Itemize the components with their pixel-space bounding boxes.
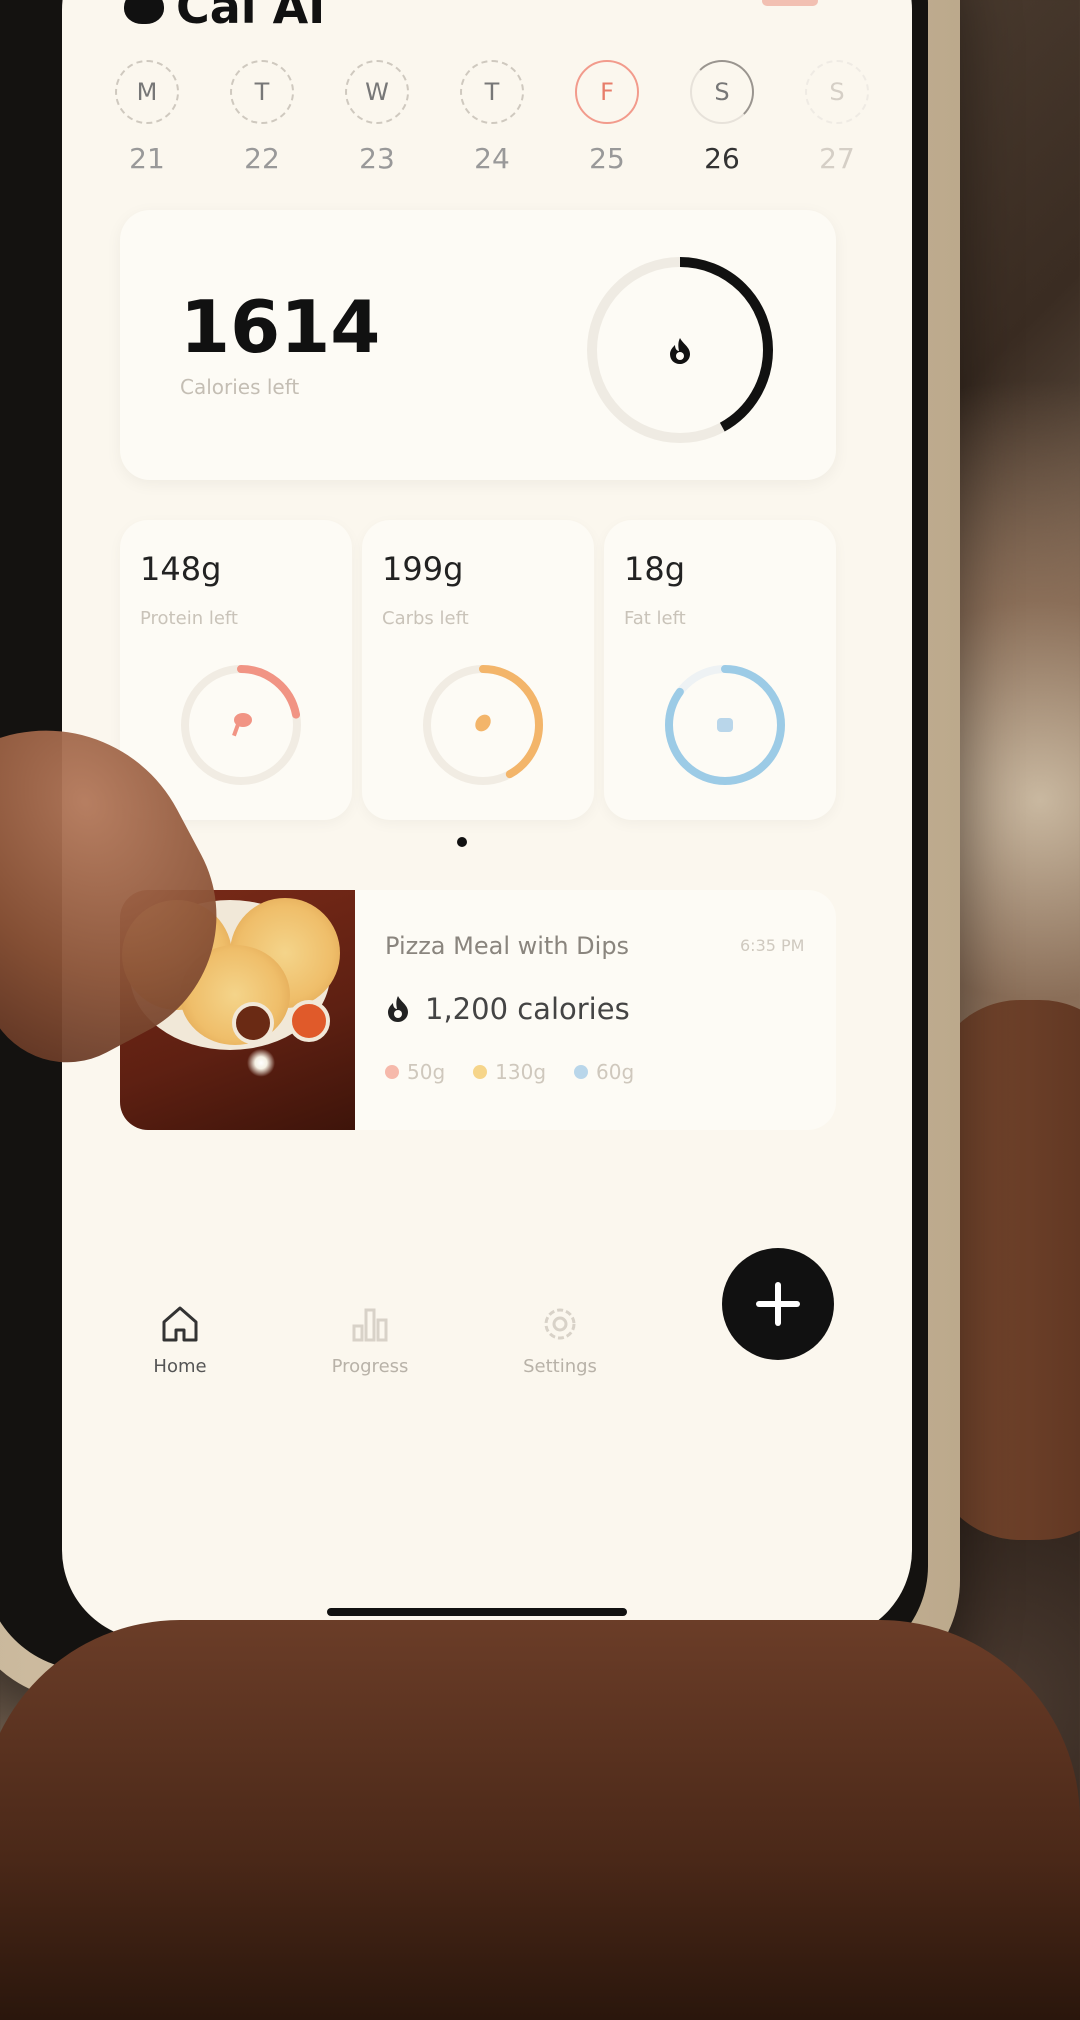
meal-card[interactable]: Pizza Meal with Dips 6:35 PM 1,200 calor… (120, 890, 836, 1130)
day-thu[interactable]: T 24 (437, 60, 547, 175)
dip-bowl (288, 1000, 330, 1042)
day-letter: S (690, 60, 754, 124)
carbs-label: Carbs left (382, 608, 469, 629)
day-sun[interactable]: S 27 (782, 60, 892, 175)
carbs-value: 199g (382, 550, 464, 588)
meal-calories: 1,200 calories (385, 992, 630, 1026)
meal-carbs: 130g (473, 1060, 546, 1084)
meal-macros: 50g 130g 60g (385, 1060, 634, 1084)
meal-calories-text: 1,200 calories (425, 992, 630, 1026)
photo-scene: Cal AI M 21 T 22 W 23 T 24 F 25 S 26 S 2… (0, 0, 1080, 2020)
calories-progress-ring (587, 257, 773, 443)
app-title: Cal AI (176, 0, 326, 34)
meal-carbs-value: 130g (495, 1060, 547, 1084)
day-number: 27 (819, 142, 855, 175)
calories-card[interactable]: 1614 Calories left (120, 210, 836, 480)
flame-icon (388, 996, 408, 1022)
day-letter: T (230, 60, 294, 124)
day-fri[interactable]: F 25 (552, 60, 662, 175)
day-number: 24 (474, 142, 510, 175)
wheat-icon (475, 714, 491, 732)
droplet-icon (717, 718, 733, 732)
fat-progress-ring (665, 665, 785, 785)
tab-home[interactable]: Home (120, 1300, 240, 1377)
day-wed[interactable]: W 23 (322, 60, 432, 175)
meal-time: 6:35 PM (740, 936, 805, 955)
fat-value: 18g (624, 550, 686, 588)
calories-left-label: Calories left (180, 375, 300, 399)
phone-screen: Cal AI M 21 T 22 W 23 T 24 F 25 S 26 S 2… (62, 0, 912, 1640)
fat-card[interactable]: 18g Fat left (604, 520, 836, 820)
home-indicator[interactable] (327, 1608, 627, 1616)
plus-icon (756, 1282, 800, 1326)
tab-label: Progress (331, 1356, 409, 1377)
day-letter: F (575, 60, 639, 124)
wheat-icon (473, 1065, 488, 1079)
day-number: 21 (129, 142, 165, 175)
bar-chart-icon (352, 1308, 388, 1342)
app-header: Cal AI (124, 0, 325, 34)
calories-left-value: 1614 (180, 285, 381, 369)
drumstick-icon (385, 1065, 399, 1079)
day-tue[interactable]: T 22 (207, 60, 317, 175)
left-hand (0, 1620, 1080, 2020)
meal-fat: 60g (574, 1060, 634, 1084)
apple-logo-icon (124, 0, 164, 24)
meal-fat-value: 60g (596, 1060, 635, 1084)
protein-label: Protein left (140, 608, 238, 629)
fat-label: Fat left (624, 608, 686, 629)
day-number: 26 (704, 142, 740, 175)
tab-label: Home (153, 1356, 207, 1377)
protein-card[interactable]: 148g Protein left (120, 520, 352, 820)
meal-protein-value: 50g (407, 1060, 446, 1084)
meal-title: Pizza Meal with Dips (385, 932, 630, 960)
tab-bar: Home Progress Settings (120, 1300, 620, 1377)
tab-label: Settings (523, 1356, 597, 1377)
meal-protein: 50g (385, 1060, 445, 1084)
day-number: 25 (589, 142, 625, 175)
protein-progress-ring (181, 665, 301, 785)
carbs-card[interactable]: 199g Carbs left (362, 520, 594, 820)
gear-icon (544, 1308, 576, 1340)
day-letter: W (345, 60, 409, 124)
home-icon (162, 1306, 198, 1342)
day-mon[interactable]: M 21 (92, 60, 202, 175)
dip-bowl (232, 1002, 274, 1044)
week-strip: M 21 T 22 W 23 T 24 F 25 S 26 S 27 (92, 60, 892, 175)
add-meal-button[interactable] (722, 1248, 834, 1360)
protein-value: 148g (140, 550, 222, 588)
day-letter: S (805, 60, 869, 124)
tab-progress[interactable]: Progress (310, 1300, 430, 1377)
drumstick-icon (232, 713, 252, 737)
droplet-icon (574, 1065, 589, 1079)
day-number: 22 (244, 142, 280, 175)
page-indicator-dot[interactable] (457, 837, 467, 847)
carbs-progress-ring (423, 665, 543, 785)
day-sat[interactable]: S 26 (667, 60, 777, 175)
macros-row: 148g Protein left 199g Carbs left 18g Fa… (120, 520, 836, 820)
day-number: 23 (359, 142, 395, 175)
day-letter: M (115, 60, 179, 124)
flame-icon (670, 338, 690, 364)
tab-settings[interactable]: Settings (500, 1300, 620, 1377)
streak-badge[interactable] (762, 0, 818, 6)
day-letter: T (460, 60, 524, 124)
